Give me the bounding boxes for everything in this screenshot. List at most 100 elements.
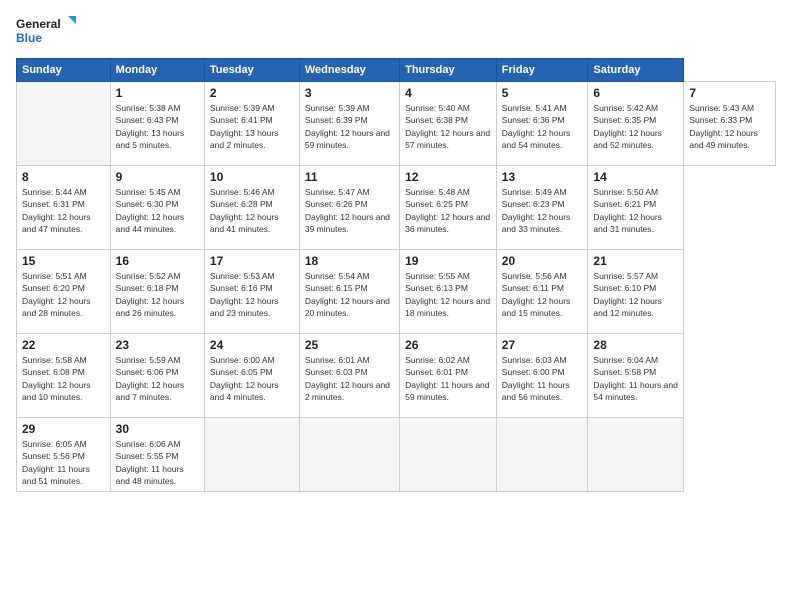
weekday-header-saturday: Saturday bbox=[588, 59, 684, 82]
calendar-cell: 25 Sunrise: 6:01 AM Sunset: 6:03 PM Dayli… bbox=[299, 334, 399, 418]
day-info: Sunrise: 5:45 AM Sunset: 6:30 PM Dayligh… bbox=[116, 186, 199, 235]
calendar-cell bbox=[588, 418, 684, 492]
day-info: Sunrise: 5:53 AM Sunset: 6:16 PM Dayligh… bbox=[210, 270, 294, 319]
weekday-header-tuesday: Tuesday bbox=[204, 59, 299, 82]
svg-text:Blue: Blue bbox=[16, 31, 42, 45]
day-info: Sunrise: 5:39 AM Sunset: 6:39 PM Dayligh… bbox=[305, 102, 394, 151]
calendar-cell: 16 Sunrise: 5:52 AM Sunset: 6:18 PM Dayli… bbox=[110, 250, 204, 334]
day-number: 6 bbox=[593, 86, 678, 100]
day-info: Sunrise: 5:49 AM Sunset: 6:23 PM Dayligh… bbox=[502, 186, 583, 235]
day-info: Sunrise: 6:02 AM Sunset: 6:01 PM Dayligh… bbox=[405, 354, 491, 403]
day-info: Sunrise: 5:47 AM Sunset: 6:26 PM Dayligh… bbox=[305, 186, 394, 235]
day-info: Sunrise: 6:01 AM Sunset: 6:03 PM Dayligh… bbox=[305, 354, 394, 403]
day-number: 1 bbox=[116, 86, 199, 100]
weekday-header-wednesday: Wednesday bbox=[299, 59, 399, 82]
day-info: Sunrise: 5:54 AM Sunset: 6:15 PM Dayligh… bbox=[305, 270, 394, 319]
calendar-cell: 23 Sunrise: 5:59 AM Sunset: 6:06 PM Dayli… bbox=[110, 334, 204, 418]
calendar-cell: 3 Sunrise: 5:39 AM Sunset: 6:39 PM Daylig… bbox=[299, 82, 399, 166]
day-number: 29 bbox=[22, 422, 105, 436]
day-number: 28 bbox=[593, 338, 678, 352]
calendar-cell: 21 Sunrise: 5:57 AM Sunset: 6:10 PM Dayli… bbox=[588, 250, 684, 334]
calendar-cell: 8Sunrise: 5:44 AM Sunset: 6:31 PM Daylig… bbox=[17, 166, 111, 250]
day-info: Sunrise: 5:41 AM Sunset: 6:36 PM Dayligh… bbox=[502, 102, 583, 151]
day-number: 16 bbox=[116, 254, 199, 268]
logo-svg: General Blue bbox=[16, 14, 76, 50]
day-info: Sunrise: 6:00 AM Sunset: 6:05 PM Dayligh… bbox=[210, 354, 294, 403]
day-info: Sunrise: 5:40 AM Sunset: 6:38 PM Dayligh… bbox=[405, 102, 491, 151]
calendar-cell: 28 Sunrise: 6:04 AM Sunset: 5:58 PM Dayli… bbox=[588, 334, 684, 418]
day-number: 15 bbox=[22, 254, 105, 268]
weekday-header-monday: Monday bbox=[110, 59, 204, 82]
day-info: Sunrise: 5:58 AM Sunset: 6:08 PM Dayligh… bbox=[22, 354, 105, 403]
day-info: Sunrise: 5:48 AM Sunset: 6:25 PM Dayligh… bbox=[405, 186, 491, 235]
day-number: 2 bbox=[210, 86, 294, 100]
calendar-cell: 14 Sunrise: 5:50 AM Sunset: 6:21 PM Dayli… bbox=[588, 166, 684, 250]
day-number: 5 bbox=[502, 86, 583, 100]
day-number: 24 bbox=[210, 338, 294, 352]
day-number: 22 bbox=[22, 338, 105, 352]
calendar-cell: 11 Sunrise: 5:47 AM Sunset: 6:26 PM Dayli… bbox=[299, 166, 399, 250]
day-info: Sunrise: 6:05 AM Sunset: 5:56 PM Dayligh… bbox=[22, 438, 105, 487]
calendar-cell: 12 Sunrise: 5:48 AM Sunset: 6:25 PM Dayli… bbox=[400, 166, 497, 250]
day-number: 19 bbox=[405, 254, 491, 268]
day-number: 18 bbox=[305, 254, 394, 268]
weekday-header-friday: Friday bbox=[496, 59, 588, 82]
calendar-cell: 9 Sunrise: 5:45 AM Sunset: 6:30 PM Daylig… bbox=[110, 166, 204, 250]
day-info: Sunrise: 5:44 AM Sunset: 6:31 PM Dayligh… bbox=[22, 186, 105, 235]
day-number: 17 bbox=[210, 254, 294, 268]
calendar-cell bbox=[496, 418, 588, 492]
day-info: Sunrise: 6:06 AM Sunset: 5:55 PM Dayligh… bbox=[116, 438, 199, 487]
day-number: 25 bbox=[305, 338, 394, 352]
day-info: Sunrise: 5:39 AM Sunset: 6:41 PM Dayligh… bbox=[210, 102, 294, 151]
day-number: 26 bbox=[405, 338, 491, 352]
day-number: 20 bbox=[502, 254, 583, 268]
day-number: 21 bbox=[593, 254, 678, 268]
day-info: Sunrise: 5:56 AM Sunset: 6:11 PM Dayligh… bbox=[502, 270, 583, 319]
calendar-cell: 2 Sunrise: 5:39 AM Sunset: 6:41 PM Daylig… bbox=[204, 82, 299, 166]
calendar-cell: 24 Sunrise: 6:00 AM Sunset: 6:05 PM Dayli… bbox=[204, 334, 299, 418]
day-info: Sunrise: 5:57 AM Sunset: 6:10 PM Dayligh… bbox=[593, 270, 678, 319]
day-info: Sunrise: 5:50 AM Sunset: 6:21 PM Dayligh… bbox=[593, 186, 678, 235]
calendar-cell: 27Sunrise: 6:03 AM Sunset: 6:00 PM Dayli… bbox=[496, 334, 588, 418]
day-number: 3 bbox=[305, 86, 394, 100]
calendar-cell: 19Sunrise: 5:55 AM Sunset: 6:13 PM Dayli… bbox=[400, 250, 497, 334]
calendar-cell bbox=[17, 82, 111, 166]
calendar-cell: 26 Sunrise: 6:02 AM Sunset: 6:01 PM Dayli… bbox=[400, 334, 497, 418]
day-number: 9 bbox=[116, 170, 199, 184]
calendar-page: General Blue SundayMondayTuesdayWednesda… bbox=[0, 0, 792, 612]
day-info: Sunrise: 5:52 AM Sunset: 6:18 PM Dayligh… bbox=[116, 270, 199, 319]
day-number: 7 bbox=[689, 86, 770, 100]
weekday-header-thursday: Thursday bbox=[400, 59, 497, 82]
calendar-cell: 18 Sunrise: 5:54 AM Sunset: 6:15 PM Dayli… bbox=[299, 250, 399, 334]
svg-text:General: General bbox=[16, 17, 61, 31]
calendar-cell: 30 Sunrise: 6:06 AM Sunset: 5:55 PM Dayli… bbox=[110, 418, 204, 492]
day-info: Sunrise: 5:42 AM Sunset: 6:35 PM Dayligh… bbox=[593, 102, 678, 151]
calendar-cell: 17 Sunrise: 5:53 AM Sunset: 6:16 PM Dayli… bbox=[204, 250, 299, 334]
day-info: Sunrise: 6:04 AM Sunset: 5:58 PM Dayligh… bbox=[593, 354, 678, 403]
calendar-cell: 15Sunrise: 5:51 AM Sunset: 6:20 PM Dayli… bbox=[17, 250, 111, 334]
day-number: 11 bbox=[305, 170, 394, 184]
calendar-cell: 1 Sunrise: 5:38 AM Sunset: 6:43 PM Daylig… bbox=[110, 82, 204, 166]
calendar-cell bbox=[299, 418, 399, 492]
day-info: Sunrise: 5:59 AM Sunset: 6:06 PM Dayligh… bbox=[116, 354, 199, 403]
day-info: Sunrise: 5:43 AM Sunset: 6:33 PM Dayligh… bbox=[689, 102, 770, 151]
day-number: 27 bbox=[502, 338, 583, 352]
day-number: 14 bbox=[593, 170, 678, 184]
day-number: 12 bbox=[405, 170, 491, 184]
weekday-header-sunday: Sunday bbox=[17, 59, 111, 82]
day-number: 13 bbox=[502, 170, 583, 184]
calendar-cell: 7 Sunrise: 5:43 AM Sunset: 6:33 PM Daylig… bbox=[684, 82, 776, 166]
day-number: 23 bbox=[116, 338, 199, 352]
calendar-cell: 4 Sunrise: 5:40 AM Sunset: 6:38 PM Daylig… bbox=[400, 82, 497, 166]
calendar-cell bbox=[204, 418, 299, 492]
day-number: 4 bbox=[405, 86, 491, 100]
header: General Blue bbox=[16, 14, 776, 50]
day-number: 30 bbox=[116, 422, 199, 436]
day-info: Sunrise: 5:38 AM Sunset: 6:43 PM Dayligh… bbox=[116, 102, 199, 151]
calendar-cell: 10 Sunrise: 5:46 AM Sunset: 6:28 PM Dayli… bbox=[204, 166, 299, 250]
calendar-cell bbox=[400, 418, 497, 492]
calendar-cell: 20 Sunrise: 5:56 AM Sunset: 6:11 PM Dayli… bbox=[496, 250, 588, 334]
day-number: 10 bbox=[210, 170, 294, 184]
calendar-cell: 22 Sunrise: 5:58 AM Sunset: 6:08 PM Dayli… bbox=[17, 334, 111, 418]
day-info: Sunrise: 5:46 AM Sunset: 6:28 PM Dayligh… bbox=[210, 186, 294, 235]
